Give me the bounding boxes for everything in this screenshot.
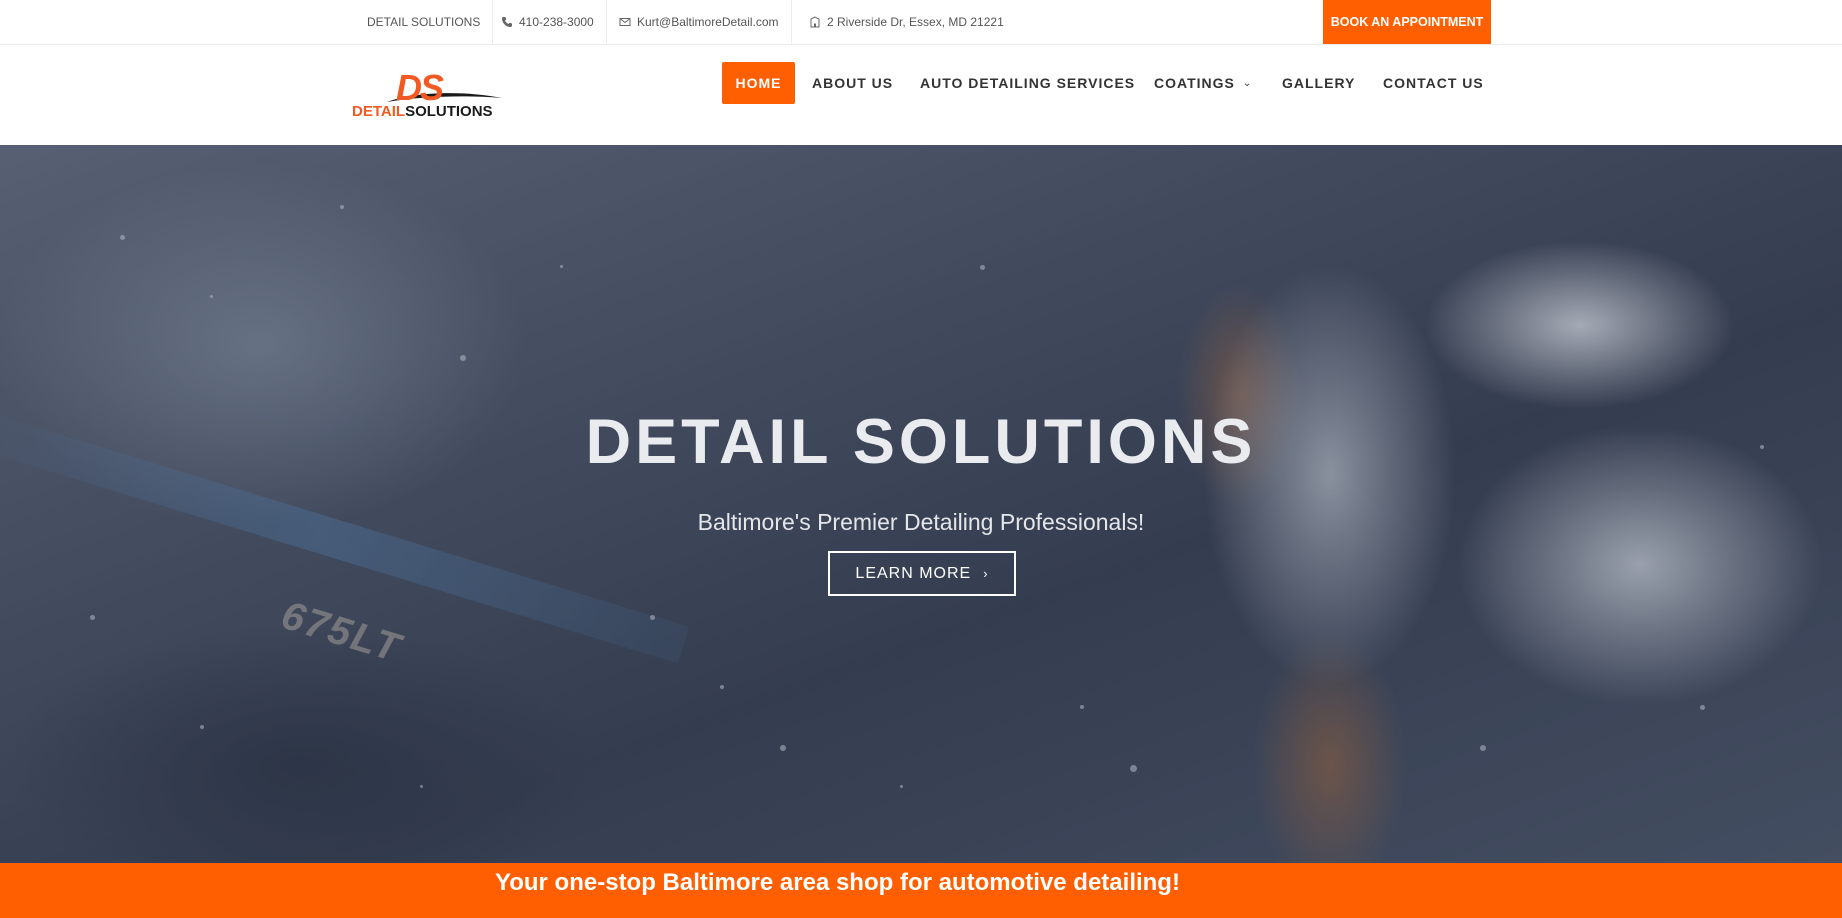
hero-title: DETAIL SOLUTIONS [585, 407, 1257, 477]
nav-home[interactable]: HOME [722, 62, 795, 104]
logo-word-solutions: SOLUTIONS [405, 103, 493, 120]
nav-coatings-label: COATINGS [1154, 75, 1235, 91]
book-appointment-button[interactable]: BOOK AN APPOINTMENT [1323, 0, 1491, 44]
topbar-email[interactable]: Kurt@BaltimoreDetail.com [607, 0, 792, 44]
envelope-icon [619, 18, 631, 26]
tagline-text: Your one-stop Baltimore area shop for au… [495, 869, 1180, 896]
site-logo[interactable]: DS DETAILSOLUTIONS [352, 70, 532, 122]
learn-more-button[interactable]: LEARN MORE › [828, 551, 1016, 596]
hero-overlay [0, 145, 1842, 863]
hero-section: 675LT DETAIL SOLUTIONS Baltimore's Premi… [0, 145, 1842, 863]
top-bar: DETAIL SOLUTIONS 410-238-3000 Kurt@Balti… [0, 0, 1842, 45]
chevron-down-icon: ⌄ [1242, 77, 1253, 89]
phone-icon [502, 17, 512, 27]
topbar-phone-label: 410-238-3000 [519, 15, 594, 29]
logo-word-detail: DETAIL [352, 103, 406, 120]
nav-auto-detailing-services[interactable]: AUTO DETAILING SERVICES [920, 62, 1135, 104]
nav-gallery[interactable]: GALLERY [1282, 62, 1355, 104]
topbar-address: 2 Riverside Dr, Essex, MD 21221 [797, 0, 1016, 44]
logo-mark: DS [396, 67, 444, 108]
topbar-address-label: 2 Riverside Dr, Essex, MD 21221 [827, 15, 1004, 29]
nav-contact-us[interactable]: CONTACT US [1383, 62, 1484, 104]
nav-coatings[interactable]: COATINGS ⌄ [1154, 62, 1252, 104]
nav-about-us[interactable]: ABOUT US [812, 62, 893, 104]
topbar-brand: DETAIL SOLUTIONS [355, 0, 494, 44]
hero-subtitle: Baltimore's Premier Detailing Profession… [697, 509, 1145, 535]
topbar-brand-label: DETAIL SOLUTIONS [367, 15, 481, 29]
topbar-email-label: Kurt@BaltimoreDetail.com [637, 15, 779, 29]
topbar-phone[interactable]: 410-238-3000 [489, 0, 607, 44]
building-icon [810, 16, 820, 28]
logo-wordmark: DETAILSOLUTIONS [352, 104, 493, 120]
chevron-right-icon: › [983, 566, 989, 581]
tagline-band: Your one-stop Baltimore area shop for au… [0, 863, 1842, 918]
learn-more-label: LEARN MORE [855, 564, 972, 582]
